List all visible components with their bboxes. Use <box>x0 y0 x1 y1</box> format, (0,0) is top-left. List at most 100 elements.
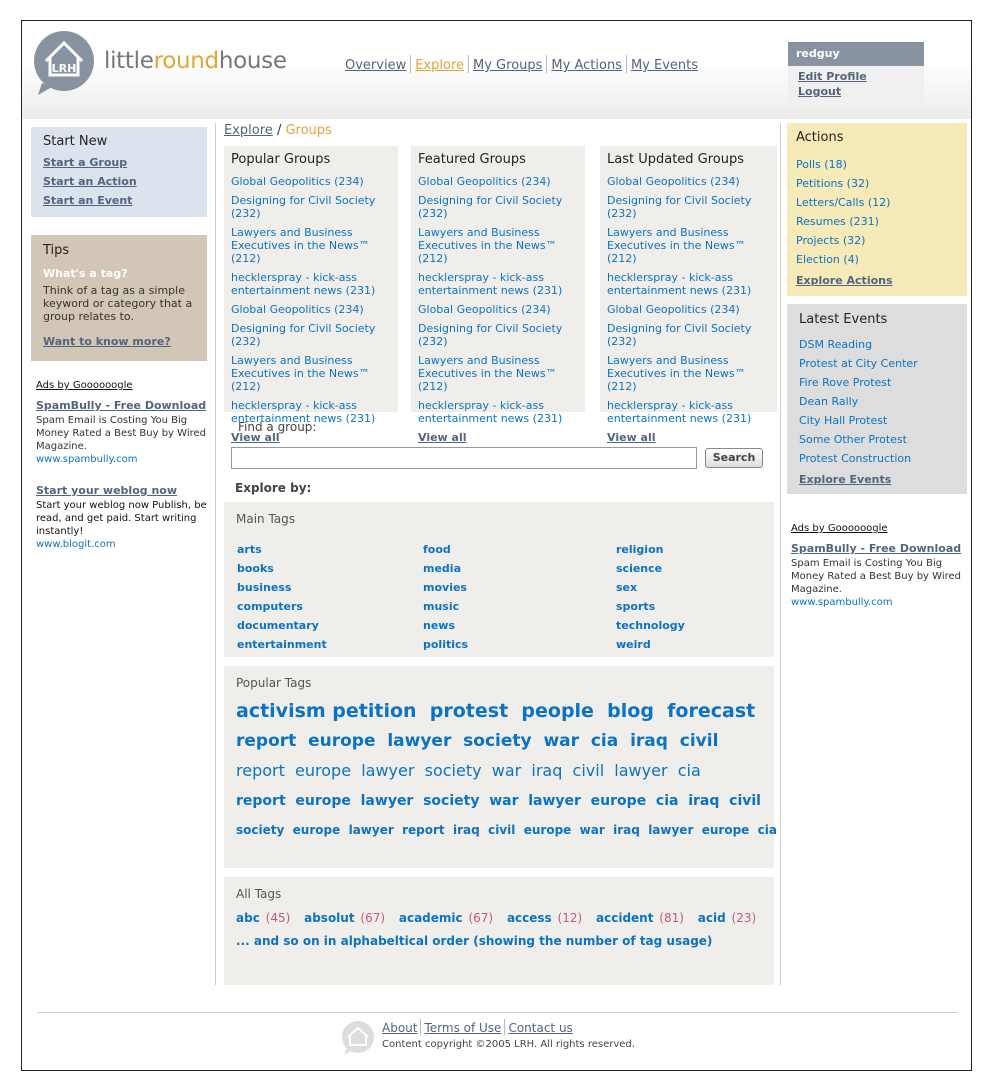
ads-title[interactable]: Ads by Goooooogle <box>791 522 963 535</box>
breadcrumb-explore[interactable]: Explore <box>224 123 273 138</box>
footer-about-link[interactable]: About <box>382 1021 417 1035</box>
group-link[interactable]: Global Geopolitics (234) <box>607 175 770 188</box>
group-link[interactable]: Global Geopolitics (234) <box>418 175 578 188</box>
tag-link[interactable]: access <box>507 911 552 925</box>
event-link[interactable]: Dean Rally <box>799 392 955 411</box>
tag-link[interactable]: documentary <box>237 616 327 635</box>
event-link[interactable]: City Hall Protest <box>799 411 955 430</box>
ad-body: Spam Email is Costing You Big Money Rate… <box>36 415 206 452</box>
group-link[interactable]: Designing for Civil Society (232) <box>418 194 578 220</box>
action-link[interactable]: Resumes (231) <box>796 212 958 231</box>
group-link[interactable]: Lawyers and Business Executives in the N… <box>607 354 770 393</box>
tag-link[interactable]: business <box>237 578 327 597</box>
action-link[interactable]: Petitions (32) <box>796 174 958 193</box>
tag-cloud-line[interactable]: activism petition protest people blog fo… <box>236 696 762 726</box>
tag-link[interactable]: academic <box>399 911 463 925</box>
ad-headline[interactable]: SpamBully - Free Download <box>791 542 963 555</box>
edit-profile-link[interactable]: Edit Profile <box>798 69 924 84</box>
tag-link[interactable]: media <box>423 559 468 578</box>
nav-overview[interactable]: Overview <box>342 58 409 73</box>
search-button[interactable]: Search <box>705 448 763 468</box>
ad-url[interactable]: www.spambully.com <box>36 454 138 465</box>
tag-link[interactable]: music <box>423 597 468 616</box>
nav-explore[interactable]: Explore <box>412 58 467 73</box>
group-link[interactable]: hecklerspray - kick-ass entertainment ne… <box>607 399 770 425</box>
group-search-input[interactable] <box>231 447 697 469</box>
tag-link[interactable]: absolut <box>304 911 354 925</box>
group-link[interactable]: Lawyers and Business Executives in the N… <box>418 354 578 393</box>
action-link[interactable]: Letters/Calls (12) <box>796 193 958 212</box>
all-tags-row: abc (45) absolut (67) academic (67) acce… <box>236 911 762 925</box>
tag-link[interactable]: politics <box>423 635 468 654</box>
group-link[interactable]: Designing for Civil Society (232) <box>607 322 770 348</box>
tag-cloud-line[interactable]: report europe lawyer society war lawyer … <box>236 786 762 816</box>
tag-link[interactable]: books <box>237 559 327 578</box>
event-link[interactable]: Protest Construction <box>799 449 955 468</box>
group-link[interactable]: Designing for Civil Society (232) <box>418 322 578 348</box>
all-tags-more[interactable]: ... and so on in alphabeltical order (sh… <box>236 934 762 948</box>
tag-link[interactable]: acid <box>698 911 726 925</box>
tag-link[interactable]: weird <box>616 635 685 654</box>
explore-events-link[interactable]: Explore Events <box>799 470 955 489</box>
explore-actions-link[interactable]: Explore Actions <box>796 271 958 290</box>
tag-link[interactable]: abc <box>236 911 260 925</box>
tag-link[interactable]: news <box>423 616 468 635</box>
tag-link[interactable]: movies <box>423 578 468 597</box>
tag-link[interactable]: entertainment <box>237 635 327 654</box>
logout-link[interactable]: Logout <box>798 84 924 99</box>
group-link[interactable]: Lawyers and Business Executives in the N… <box>607 226 770 265</box>
tag-cloud-line[interactable]: report europe lawyer society war cia ira… <box>236 726 762 756</box>
group-link[interactable]: Global Geopolitics (234) <box>231 303 391 316</box>
house-logo-icon: LRH <box>34 31 94 95</box>
footer-contact-link[interactable]: Contact us <box>508 1021 572 1035</box>
group-link[interactable]: Designing for Civil Society (232) <box>607 194 770 220</box>
group-link[interactable]: Global Geopolitics (234) <box>231 175 391 188</box>
tips-more-link[interactable]: Want to know more? <box>43 335 195 348</box>
group-link[interactable]: Lawyers and Business Executives in the N… <box>418 226 578 265</box>
group-link[interactable]: hecklerspray - kick-ass entertainment ne… <box>231 271 391 297</box>
tag-link[interactable]: technology <box>616 616 685 635</box>
start-event-link[interactable]: Start an Event <box>43 191 195 210</box>
group-link[interactable]: Designing for Civil Society (232) <box>231 322 391 348</box>
tag-link[interactable]: sports <box>616 597 685 616</box>
ad-url[interactable]: www.spambully.com <box>791 597 893 608</box>
tag-link[interactable]: arts <box>237 540 327 559</box>
group-link[interactable]: Lawyers and Business Executives in the N… <box>231 354 391 393</box>
tag-link[interactable]: religion <box>616 540 685 559</box>
group-link[interactable]: Lawyers and Business Executives in the N… <box>231 226 391 265</box>
event-link[interactable]: Protest at City Center <box>799 354 955 373</box>
start-group-link[interactable]: Start a Group <box>43 153 195 172</box>
group-link[interactable]: Global Geopolitics (234) <box>418 303 578 316</box>
logo[interactable]: LRH littleroundhouse <box>32 31 297 97</box>
nav-my-actions[interactable]: My Actions <box>548 58 625 73</box>
event-link[interactable]: DSM Reading <box>799 335 955 354</box>
breadcrumb-current: Groups <box>285 123 332 138</box>
view-all-featured[interactable]: View all <box>418 431 578 444</box>
group-link[interactable]: hecklerspray - kick-ass entertainment ne… <box>418 271 578 297</box>
tag-link[interactable]: food <box>423 540 468 559</box>
ads-title[interactable]: Ads by Goooooogle <box>36 379 208 392</box>
group-link[interactable]: hecklerspray - kick-ass entertainment ne… <box>607 271 770 297</box>
nav-my-groups[interactable]: My Groups <box>470 58 545 73</box>
action-link[interactable]: Polls (18) <box>796 155 958 174</box>
tag-cloud-line[interactable]: society europe lawyer report iraq civil … <box>236 816 777 844</box>
event-link[interactable]: Fire Rove Protest <box>799 373 955 392</box>
tag-link[interactable]: science <box>616 559 685 578</box>
event-link[interactable]: Some Other Protest <box>799 430 955 449</box>
nav-my-events[interactable]: My Events <box>628 58 701 73</box>
tag-cloud-line[interactable]: report europe lawyer society war iraq ci… <box>236 756 762 786</box>
group-link[interactable]: hecklerspray - kick-ass entertainment ne… <box>418 399 578 425</box>
tag-link[interactable]: computers <box>237 597 327 616</box>
group-link[interactable]: Designing for Civil Society (232) <box>231 194 391 220</box>
ad-url[interactable]: www.blogit.com <box>36 539 116 550</box>
tag-link[interactable]: accident <box>596 911 653 925</box>
action-link[interactable]: Election (4) <box>796 250 958 269</box>
start-action-link[interactable]: Start an Action <box>43 172 195 191</box>
footer-terms-link[interactable]: Terms of Use <box>424 1021 501 1035</box>
view-all-last-updated[interactable]: View all <box>607 431 770 444</box>
group-link[interactable]: Global Geopolitics (234) <box>607 303 770 316</box>
action-link[interactable]: Projects (32) <box>796 231 958 250</box>
tag-link[interactable]: sex <box>616 578 685 597</box>
ad-headline[interactable]: SpamBully - Free Download <box>36 399 208 412</box>
ad-headline[interactable]: Start your weblog now <box>36 484 208 497</box>
